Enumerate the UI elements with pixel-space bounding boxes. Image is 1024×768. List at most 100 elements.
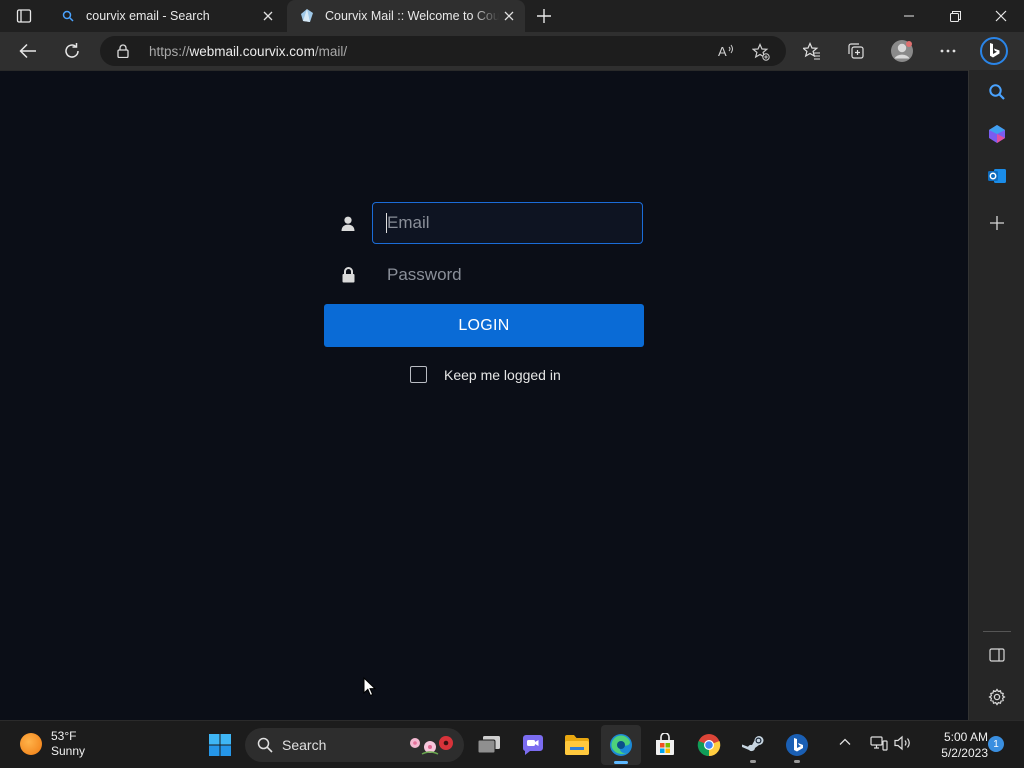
sidebar-outlook-button[interactable]	[981, 160, 1013, 192]
close-icon	[995, 10, 1007, 22]
system-clock[interactable]: 5:00 AM 5/2/2023	[920, 729, 988, 761]
favorites-button[interactable]	[796, 35, 828, 67]
remember-me[interactable]: Keep me logged in	[410, 366, 561, 383]
back-arrow-icon	[19, 43, 36, 59]
url-text[interactable]: https://webmail.courvix.com/mail/	[149, 44, 347, 59]
show-hidden-icons-chevron-icon[interactable]	[838, 735, 852, 749]
sidebar-panel-icon	[989, 648, 1005, 662]
chrome-icon	[697, 734, 721, 757]
tab-strip: courvix email - Search Courvix Mail :: W…	[0, 0, 1024, 32]
task-view-icon	[477, 736, 500, 754]
microsoft-store-app[interactable]	[645, 725, 685, 765]
bing-app-icon	[786, 734, 808, 756]
courvix-favicon-icon	[299, 8, 315, 24]
search-icon	[989, 84, 1005, 100]
sidebar-add-button[interactable]	[981, 207, 1013, 239]
bing-app[interactable]	[777, 725, 817, 765]
network-icon[interactable]	[870, 735, 888, 751]
login-button[interactable]: LOGIN	[324, 304, 644, 347]
start-button[interactable]	[200, 725, 240, 765]
weather-condition: Sunny	[51, 744, 86, 758]
search-icon	[257, 737, 273, 753]
collections-button[interactable]	[840, 35, 872, 67]
browser-toolbar: https://webmail.courvix.com/mail/ A	[0, 32, 1024, 70]
tab-actions-button[interactable]	[8, 0, 40, 32]
weather-text: 53°F Sunny	[51, 729, 85, 759]
sidebar-search-button[interactable]	[981, 76, 1013, 108]
tab-title: courvix email - Search	[86, 9, 210, 23]
new-tab-button[interactable]	[530, 0, 558, 32]
minimize-icon	[904, 15, 914, 17]
task-view-button[interactable]	[469, 725, 509, 765]
password-row	[324, 254, 644, 296]
sidebar-divider	[983, 631, 1011, 632]
remember-label[interactable]: Keep me logged in	[444, 367, 561, 383]
store-icon	[656, 733, 674, 755]
tab-search[interactable]: courvix email - Search	[48, 0, 284, 32]
add-favorite-icon[interactable]	[751, 43, 770, 66]
mouse-pointer-icon	[363, 677, 376, 697]
avatar-icon	[891, 40, 913, 62]
teams-chat-app[interactable]	[513, 725, 553, 765]
tab-title: Courvix Mail :: Welcome to Courvix Mail	[325, 9, 499, 23]
volume-icon[interactable]	[894, 735, 912, 751]
gear-icon	[988, 688, 1006, 706]
copilot-icon	[989, 125, 1005, 143]
weather-widget[interactable]: 53°F Sunny	[20, 729, 85, 759]
password-input[interactable]	[372, 254, 643, 296]
steam-app[interactable]	[733, 725, 773, 765]
bing-chat-button[interactable]	[978, 35, 1010, 67]
file-explorer-app[interactable]	[557, 725, 597, 765]
folder-icon	[565, 735, 589, 755]
more-icon	[940, 49, 956, 53]
hide-sidebar-button[interactable]	[981, 639, 1013, 671]
favorites-star-icon	[803, 42, 820, 60]
sidebar-copilot-button[interactable]	[981, 118, 1013, 150]
lock-icon[interactable]	[117, 44, 133, 58]
clock-date: 5/2/2023	[941, 746, 988, 760]
running-indicator	[614, 761, 628, 764]
edge-app[interactable]	[601, 725, 641, 765]
email-input[interactable]	[372, 202, 643, 244]
windows-logo-icon	[209, 734, 231, 756]
back-button[interactable]	[12, 35, 44, 67]
running-indicator	[794, 760, 800, 763]
user-icon	[340, 214, 356, 232]
notification-badge[interactable]: 1	[988, 736, 1004, 752]
steam-icon	[742, 736, 764, 752]
settings-and-more-button[interactable]	[932, 35, 964, 67]
text-caret	[386, 213, 387, 233]
refresh-icon	[65, 43, 79, 58]
taskbar-search-label: Search	[282, 737, 327, 753]
bing-icon	[980, 37, 1008, 65]
taskbar-search[interactable]: Search	[245, 728, 464, 762]
close-tab-icon[interactable]	[501, 8, 517, 24]
clock-time: 5:00 AM	[943, 730, 988, 744]
edge-icon	[610, 734, 632, 756]
windows-taskbar: 53°F Sunny Search 5:00 AM 5/2/2023 1	[0, 720, 1024, 768]
email-row	[324, 202, 644, 244]
collections-icon	[848, 43, 864, 59]
close-window-button[interactable]	[978, 0, 1024, 32]
close-tab-icon[interactable]	[260, 8, 276, 24]
search-icon	[60, 8, 76, 24]
running-indicator	[750, 760, 756, 763]
url-scheme: https://	[149, 43, 190, 59]
sidebar-settings-button[interactable]	[981, 681, 1013, 713]
sun-icon	[20, 733, 42, 755]
minimize-button[interactable]	[886, 0, 932, 32]
chrome-app[interactable]	[689, 725, 729, 765]
remember-checkbox[interactable]	[410, 366, 427, 383]
plus-icon	[537, 9, 551, 23]
login-form: LOGIN Keep me logged in	[324, 202, 644, 383]
tab-courvix-mail[interactable]: Courvix Mail :: Welcome to Courvix Mail	[287, 0, 525, 32]
webmail-login-page: LOGIN Keep me logged in	[0, 70, 968, 720]
plus-icon	[990, 216, 1004, 230]
weather-temperature: 53°F	[51, 729, 77, 743]
restore-button[interactable]	[932, 0, 978, 32]
svg-text:A: A	[718, 44, 727, 59]
profile-button[interactable]	[886, 35, 918, 67]
read-aloud-icon[interactable]: A	[718, 43, 736, 64]
address-bar[interactable]: https://webmail.courvix.com/mail/ A	[100, 36, 786, 66]
refresh-button[interactable]	[56, 35, 88, 67]
